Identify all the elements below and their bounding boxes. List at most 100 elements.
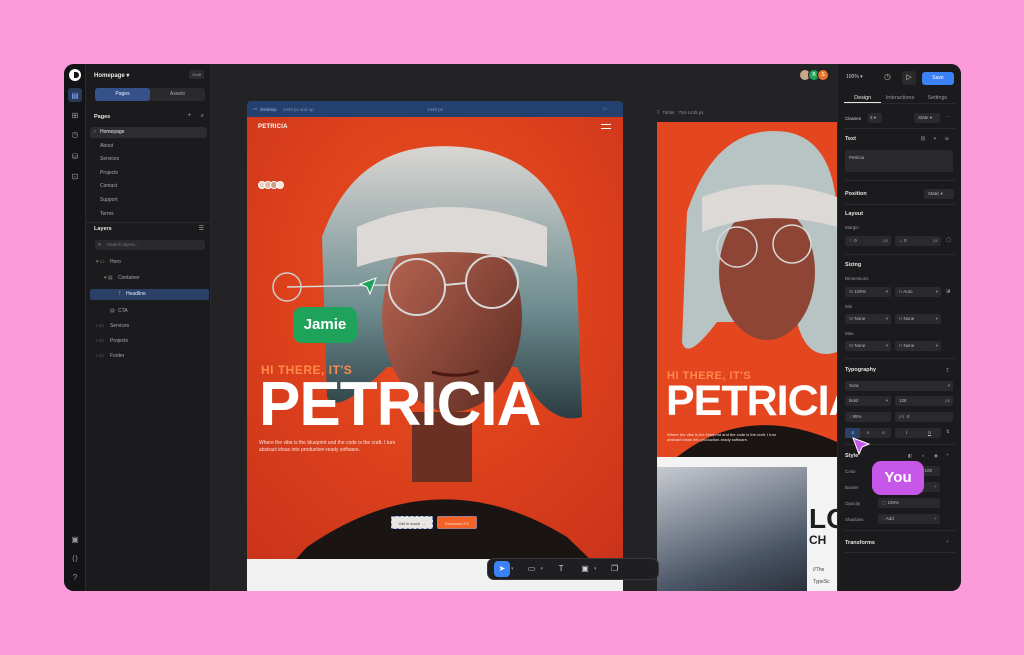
database-icon[interactable]: ⛁ — [945, 136, 949, 142]
margin-top-input[interactable]: ⊤ 0 px — [845, 236, 891, 246]
width-input[interactable]: W 100% ▾ — [845, 287, 891, 297]
min-width-input[interactable]: W None ▾ — [845, 314, 891, 324]
drop-icon[interactable]: ◐ — [922, 453, 925, 458]
margin-link-icon[interactable]: ◯ — [946, 237, 951, 243]
max-width-input[interactable]: W None ▾ — [845, 341, 891, 351]
text-content-input[interactable]: Petricia — [845, 150, 953, 172]
layer-headline[interactable]: T Headline — [90, 289, 209, 300]
canvas[interactable]: B S ▭ Desktop 1440 px and up 1440 px ▷ P… — [211, 64, 837, 591]
page-item-contact[interactable]: Contact — [90, 181, 207, 192]
get-in-touch-button[interactable]: Get in touch → — [391, 516, 433, 529]
page-item-terms[interactable]: Terms — [90, 209, 207, 220]
pages-icon[interactable]: ▤ — [68, 88, 82, 102]
page-item-projects[interactable]: Projects — [90, 168, 207, 179]
opacity-input[interactable]: ▢ 100% — [878, 498, 940, 508]
page-item-support[interactable]: Support — [90, 195, 207, 206]
layer-cta[interactable]: ▤ CTA — [90, 306, 209, 317]
pages-heading: Pages — [94, 114, 111, 120]
history-icon[interactable]: ◷ — [68, 127, 82, 141]
components-tool-icon[interactable]: ❐ — [607, 561, 623, 577]
min-height-value: None — [903, 316, 915, 321]
desktop-frame-header[interactable]: ▭ Desktop 1440 px and up 1440 px ▷ — [247, 101, 623, 117]
desktop-frame[interactable]: PETRICIA HI THERE, IT'S PETRICIA Where t… — [247, 117, 623, 591]
download-cv-button[interactable]: Download CV — [437, 516, 477, 529]
layer-projects[interactable]: › ▭ Projects — [90, 336, 209, 347]
more-icon[interactable]: ⋯ — [946, 114, 951, 120]
font-weight-select[interactable]: Bold ▾ — [845, 396, 891, 406]
paint-icon[interactable]: ◧ — [908, 453, 912, 459]
database-icon[interactable]: ⛁ — [68, 149, 82, 163]
page-item-about[interactable]: About — [90, 141, 207, 152]
eye-icon[interactable]: ◉ — [934, 453, 938, 459]
frame-tool-icon[interactable]: ▭ — [524, 561, 540, 577]
divider — [844, 358, 956, 359]
more-options-icon[interactable]: ⇅ — [946, 429, 950, 435]
layer-container[interactable]: ▾ ▤ Container — [90, 273, 209, 284]
help-icon[interactable]: ? — [68, 570, 82, 584]
hero-headline[interactable]: PETRICIA — [259, 374, 541, 436]
add-style-icon[interactable]: + — [946, 452, 949, 457]
position-select[interactable]: Static ▾ — [924, 189, 954, 199]
classes-count[interactable]: 3 ▾ — [868, 113, 882, 123]
history-icon[interactable]: ◷ — [884, 72, 891, 81]
image-tool-icon[interactable]: ▣ — [577, 561, 593, 577]
add-transform-icon[interactable]: + — [946, 539, 949, 544]
jamie-cursor-icon — [358, 277, 377, 296]
underline-icon[interactable]: U — [918, 428, 941, 438]
aspect-ratio-icon[interactable]: ◪ — [946, 288, 950, 294]
add-page-icon[interactable]: + — [187, 113, 191, 119]
tablet-frame-header[interactable]: ▯ Tablet 768-1439 px — [657, 107, 837, 117]
zoom-select[interactable]: 100% ▾ — [846, 74, 863, 80]
cursor-tool-icon[interactable]: ➤ — [494, 561, 510, 577]
line-height-input[interactable]: ↕ 95% — [845, 412, 891, 422]
text-tool-icon[interactable]: T — [553, 561, 569, 577]
page-item-services[interactable]: Services — [90, 154, 207, 165]
text-style-icon[interactable]: T̲ — [946, 367, 949, 372]
components-icon[interactable]: ⊡ — [68, 169, 82, 183]
terminal-icon[interactable]: ▣ — [68, 532, 82, 546]
layers-search-input[interactable]: Search layers... — [95, 240, 205, 250]
shadows-input[interactable]: ◌ Add + — [878, 514, 940, 524]
tab-pages[interactable]: Pages — [95, 88, 150, 101]
chevron-down-icon[interactable]: ▾ — [511, 566, 514, 572]
margin-bottom-input[interactable]: ⊥ 0 px — [895, 236, 941, 246]
position-section-title: Position — [845, 191, 867, 197]
code-icon[interactable]: ⟨⟩ — [68, 551, 82, 565]
search-icon[interactable]: ⌕ — [201, 113, 204, 120]
tablet-headline: PETRICIA — [666, 377, 837, 425]
height-input[interactable]: H Auto ▾ — [895, 287, 941, 297]
state-select[interactable]: State ▾ — [914, 113, 940, 123]
min-height-input[interactable]: H None ▾ — [895, 314, 941, 324]
add-icon[interactable]: ⊞ — [68, 108, 82, 122]
layer-hero[interactable]: ▾ ▭ Hero — [90, 257, 209, 268]
chevron-down-icon: ▾ — [885, 343, 888, 348]
tab-settings[interactable]: Settings — [919, 92, 956, 103]
align-right-icon[interactable]: ≡ — [876, 428, 891, 438]
avatar[interactable]: S — [817, 69, 829, 81]
italic-icon[interactable]: I — [895, 428, 918, 438]
tab-design[interactable]: Design — [844, 92, 882, 103]
chevron-down-icon[interactable]: ▾ — [541, 566, 544, 572]
letter-spacing-input[interactable]: |A| -2 — [895, 412, 953, 422]
layer-footer[interactable]: › ▭ Footer — [90, 351, 209, 362]
app-logo-icon[interactable] — [69, 69, 81, 81]
ai-icon[interactable]: ✦ — [933, 136, 937, 142]
font-size-input[interactable]: 128 px — [895, 396, 953, 406]
font-size-value: 128 — [899, 398, 907, 403]
project-title[interactable]: Homepage ▾ — [94, 72, 129, 79]
font-family-select[interactable]: Sora ▾ — [845, 381, 953, 391]
preview-icon[interactable]: ▷ — [902, 71, 916, 85]
chevron-down-icon[interactable]: ▾ — [594, 566, 597, 572]
font-family-value: Sora — [849, 383, 859, 388]
collapse-icon[interactable]: ☰ — [199, 225, 204, 232]
play-icon[interactable]: ▷ — [604, 106, 607, 112]
max-height-value: None — [903, 343, 915, 348]
tablet-frame[interactable]: HI THERE, IT'S PETRICIA Where the vibe i… — [657, 122, 837, 591]
max-height-input[interactable]: H None ▾ — [895, 341, 941, 351]
tab-assets[interactable]: Assets — [150, 88, 205, 101]
page-item-homepage[interactable]: ✓ Homepage — [90, 127, 207, 138]
layer-services[interactable]: › ▭ Services — [90, 321, 209, 332]
link-icon[interactable]: ⛓ — [920, 136, 926, 142]
save-button[interactable]: Save — [922, 72, 954, 85]
tab-interactions[interactable]: Interactions — [881, 92, 918, 103]
